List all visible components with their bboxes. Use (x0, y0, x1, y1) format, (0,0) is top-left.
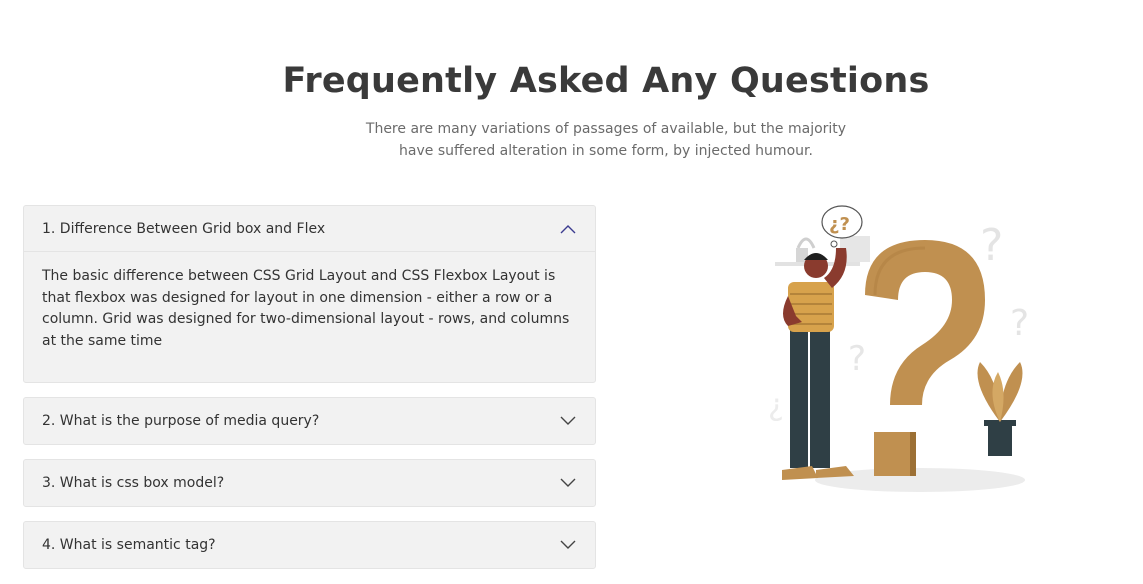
svg-text:?: ? (1010, 303, 1029, 344)
faq-question: 1. Difference Between Grid box and Flex (42, 220, 326, 237)
svg-text:¿: ¿ (768, 388, 784, 423)
faq-item-2-header[interactable]: 2. What is the purpose of media query? (24, 398, 595, 444)
faq-item-4-header[interactable]: 4. What is semantic tag? (24, 522, 595, 568)
faq-accordion: 1. Difference Between Grid box and Flex … (23, 205, 596, 583)
page-title: Frequently Asked Any Questions (282, 61, 930, 102)
svg-text:?: ? (848, 339, 866, 379)
faq-item-3: 3. What is css box model? (23, 459, 596, 507)
question-illustration: ? ? ? ¿ ¿? (760, 200, 1050, 500)
faq-item-1: 1. Difference Between Grid box and Flex … (23, 205, 596, 383)
faq-item-3-header[interactable]: 3. What is css box model? (24, 460, 595, 506)
faq-item-2: 2. What is the purpose of media query? (23, 397, 596, 445)
faq-question: 2. What is the purpose of media query? (42, 413, 320, 429)
faq-question: 4. What is semantic tag? (42, 537, 216, 553)
faq-answer: The basic difference between CSS Grid La… (42, 268, 570, 349)
page-subtitle: There are many variations of passages of… (365, 121, 847, 159)
chevron-down-icon[interactable] (559, 415, 577, 427)
svg-text:?: ? (980, 220, 1003, 271)
faq-item-1-header[interactable]: 1. Difference Between Grid box and Flex (24, 206, 595, 252)
thought-bubble-text: ¿? (829, 214, 850, 235)
chevron-down-icon[interactable] (559, 477, 577, 489)
faq-item-4: 4. What is semantic tag? (23, 521, 596, 569)
faq-question: 3. What is css box model? (42, 475, 225, 491)
chevron-down-icon[interactable] (559, 539, 577, 551)
chevron-up-icon[interactable] (559, 223, 577, 235)
